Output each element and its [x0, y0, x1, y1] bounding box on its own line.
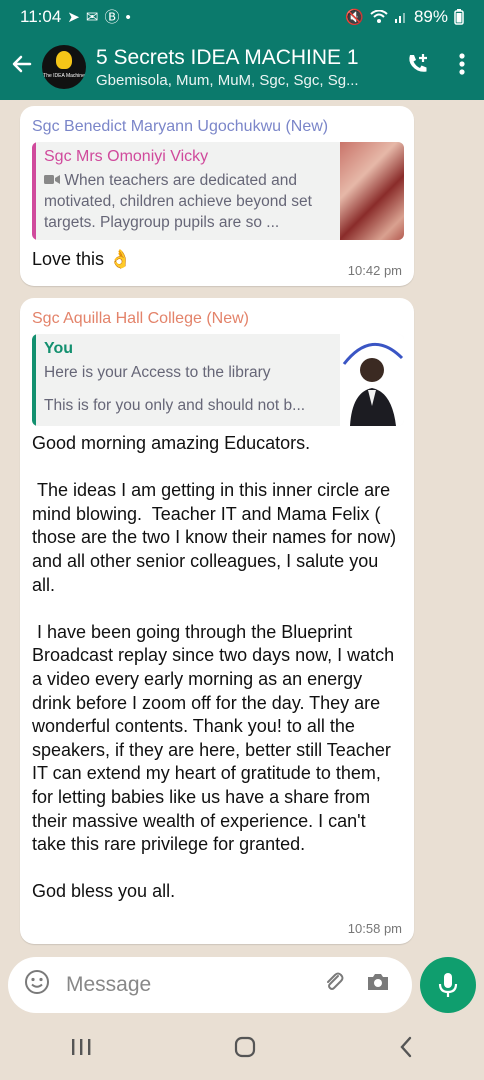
chat-title-box[interactable]: 5 Secrets IDEA MACHINE 1 Gbemisola, Mum,…	[96, 46, 396, 89]
status-time: 11:04	[20, 7, 62, 26]
nav-back-icon[interactable]	[398, 1035, 414, 1065]
quote-text: When teachers are dedicated and motivate…	[44, 172, 312, 232]
emoji-icon[interactable]	[20, 969, 54, 1002]
arrow-left-icon[interactable]	[2, 52, 42, 83]
message-time: 10:42 pm	[347, 263, 402, 278]
chat-header: The IDEA Machine 5 Secrets IDEA MACHINE …	[0, 34, 484, 100]
quoted-message[interactable]: Sgc Mrs Omoniyi Vicky When teachers are …	[32, 142, 404, 240]
camera-icon[interactable]	[356, 971, 400, 999]
message-bubble[interactable]: Sgc Benedict Maryann Ugochukwu (New) Sgc…	[20, 106, 414, 286]
bulb-icon	[56, 51, 72, 69]
quoted-message[interactable]: You Here is your Access to the library T…	[32, 334, 404, 426]
mic-icon[interactable]	[420, 957, 476, 1013]
signal-icon	[394, 13, 405, 23]
more-vert-icon[interactable]	[440, 52, 484, 82]
b-icon: Ⓑ	[104, 8, 120, 26]
group-avatar[interactable]: The IDEA Machine	[42, 45, 86, 89]
paperclip-icon[interactable]	[312, 970, 356, 1000]
message-sender[interactable]: Sgc Aquilla Hall College (New)	[32, 310, 404, 328]
mail-icon: ✉	[85, 8, 99, 26]
mute-icon: 🔇	[345, 8, 364, 26]
system-nav-bar	[0, 1020, 484, 1080]
message-input-bar: Message	[8, 957, 412, 1013]
message-text: Good morning amazing Educators. The idea…	[32, 433, 397, 902]
message-input[interactable]: Message	[66, 973, 312, 997]
quote-sender: Sgc Mrs Omoniyi Vicky	[44, 148, 209, 165]
battery-level: 89%	[413, 7, 448, 26]
video-thumbnail[interactable]	[340, 142, 404, 240]
message-time: 10:58 pm	[347, 921, 402, 936]
status-bar: 11:04 ➤ ✉ Ⓑ • 🔇 89%	[0, 0, 484, 34]
quote-sender: You	[44, 340, 74, 357]
message-bubble[interactable]: Sgc Aquilla Hall College (New) You Here …	[20, 298, 414, 944]
chat-title: 5 Secrets IDEA MACHINE 1	[96, 45, 359, 69]
profile-thumbnail[interactable]	[340, 334, 404, 426]
avatar-logo-text: The IDEA Machine	[43, 73, 85, 79]
quote-line-2: This is for you only and should not b...	[44, 397, 306, 414]
chat-subtitle: Gbemisola, Mum, MuM, Sgc, Sgc, Sg...	[96, 71, 359, 89]
wifi-icon	[370, 10, 388, 23]
quote-line-1: Here is your Access to the library	[44, 364, 271, 381]
message-sender[interactable]: Sgc Benedict Maryann Ugochukwu (New)	[32, 118, 404, 136]
battery-icon	[454, 9, 464, 25]
phone-plus-icon[interactable]	[396, 51, 440, 83]
send-icon: ➤	[67, 8, 80, 26]
home-icon[interactable]	[233, 1035, 257, 1065]
dot-icon: •	[125, 8, 131, 26]
video-icon	[44, 170, 60, 191]
recents-icon[interactable]	[70, 1037, 92, 1063]
chat-area[interactable]: Sgc Benedict Maryann Ugochukwu (New) Sgc…	[0, 100, 484, 952]
